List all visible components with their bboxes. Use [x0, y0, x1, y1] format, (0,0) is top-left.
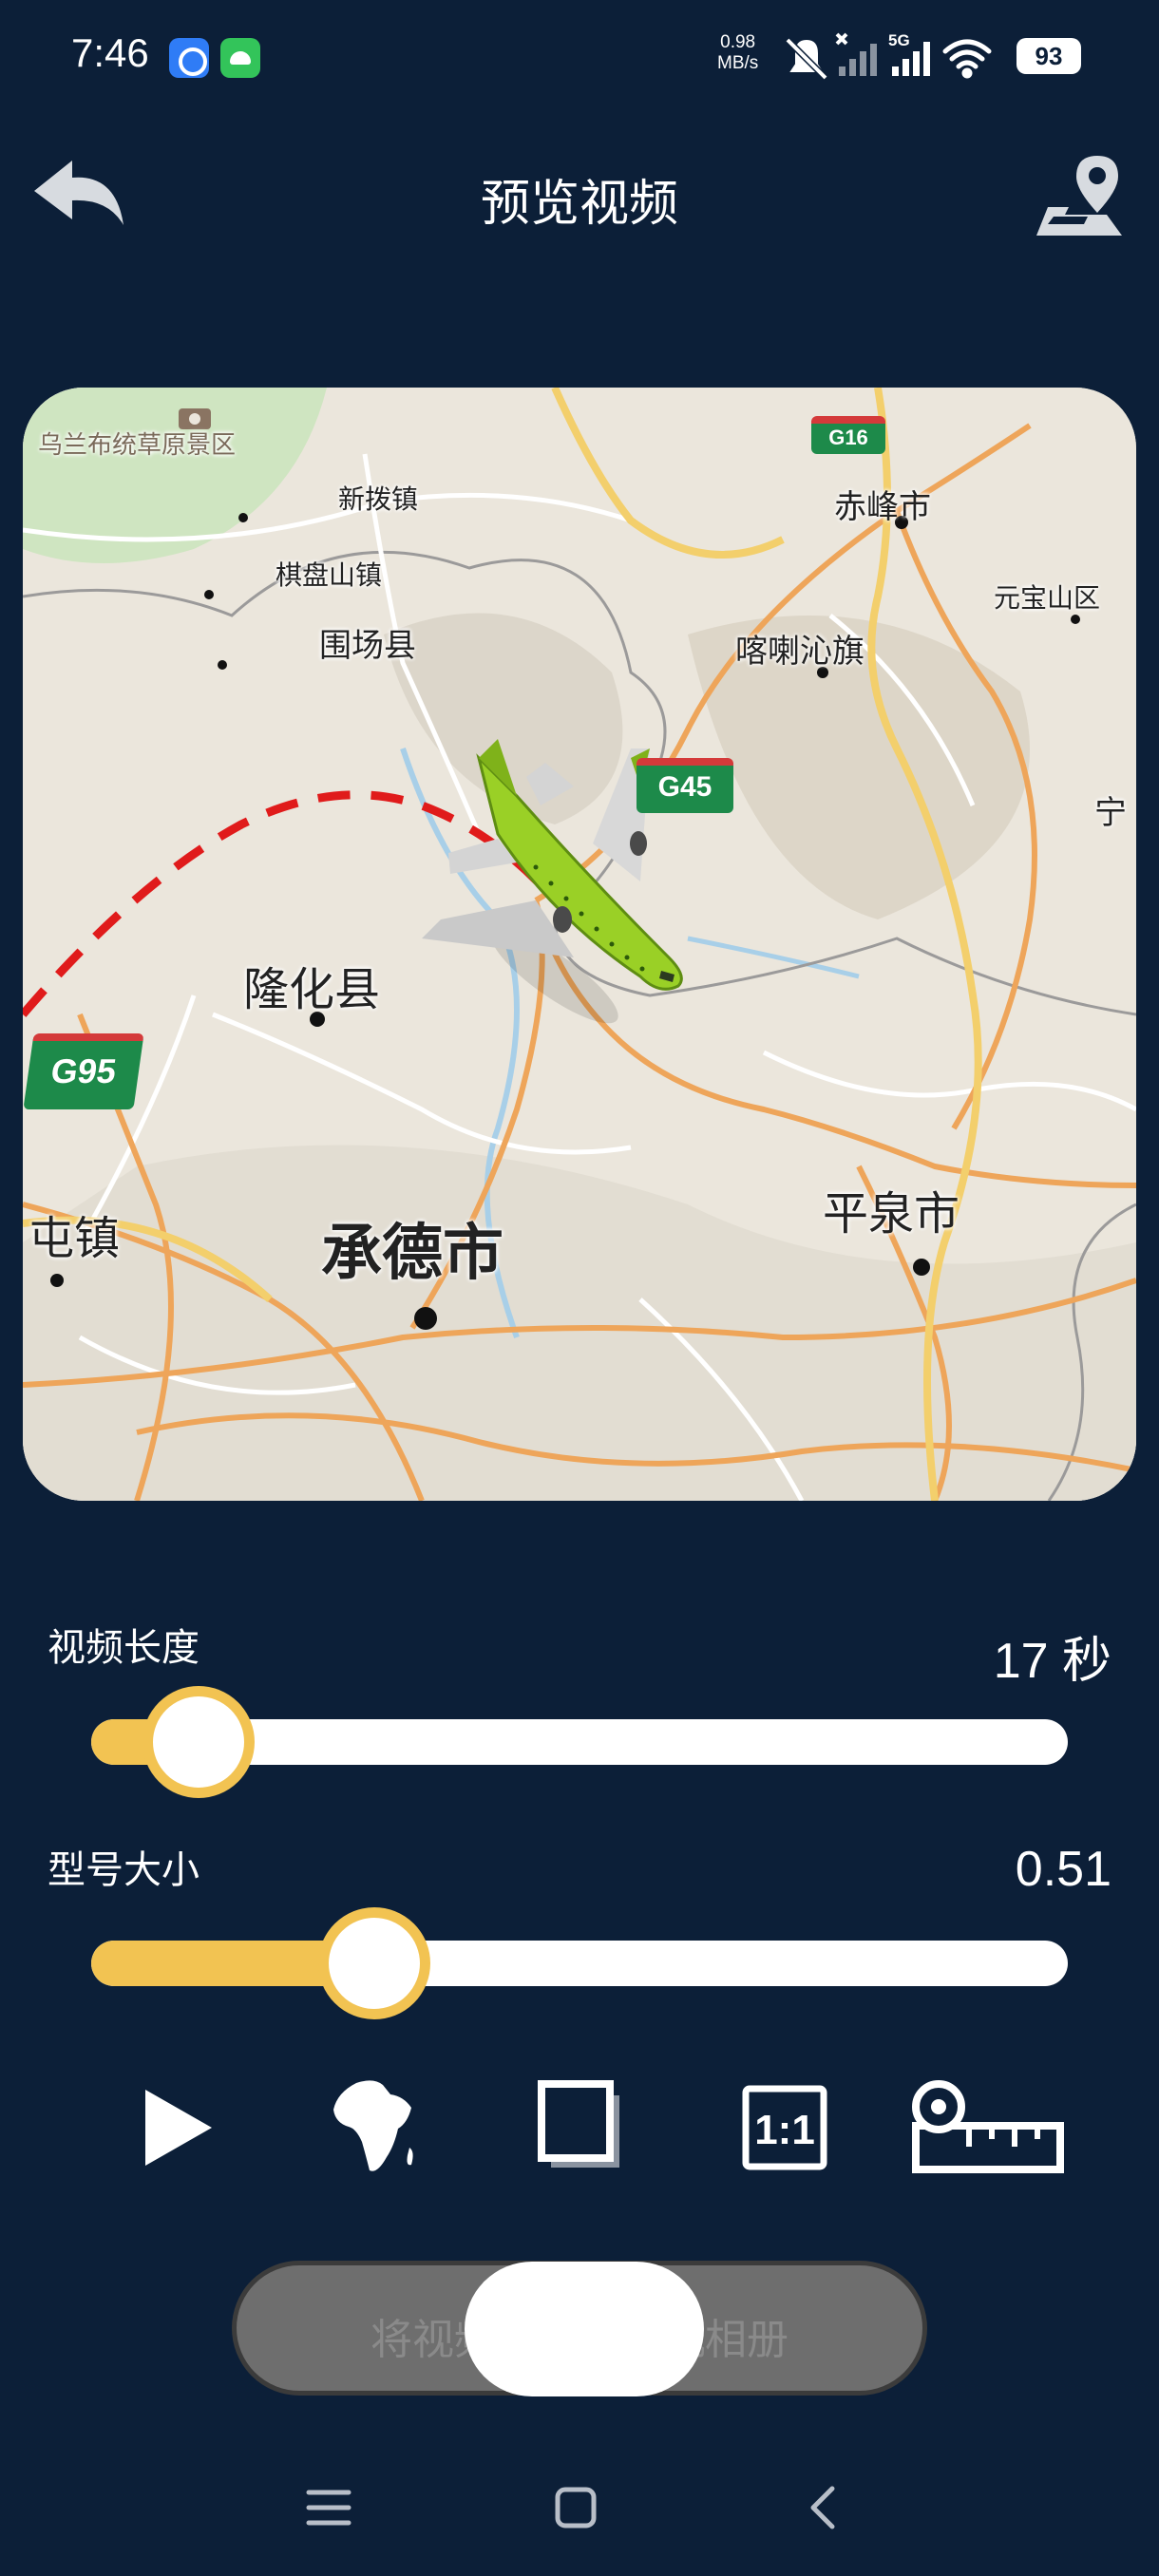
- play-icon: [145, 2090, 212, 2166]
- home-square-icon: [555, 2487, 597, 2529]
- home-button[interactable]: [538, 2470, 614, 2546]
- map-pin-icon: [1036, 156, 1122, 236]
- network-speed-unit: MB/s: [717, 53, 759, 73]
- save-to-album-button[interactable]: 将视频保存到相机相册: [232, 2261, 927, 2396]
- map-preview[interactable]: 乌兰布统草原景区 新拨镇 棋盘山镇 围场县 赤峰市 元宝山区 喀喇沁旗 宁 隆化…: [23, 388, 1136, 1501]
- model-size-slider[interactable]: [91, 1941, 1068, 1986]
- highway-shield-g95: G95: [23, 1033, 144, 1109]
- map-label-ning: 宁: [1094, 794, 1127, 832]
- model-size-slider-thumb[interactable]: [318, 1907, 431, 2019]
- wifi-icon: [942, 39, 992, 79]
- map-label-longhua: 隆化县: [243, 963, 381, 1016]
- status-bar: 7:46 0.98 MB/s 5G 93: [0, 0, 1159, 114]
- network-speed-value: 0.98: [720, 32, 756, 52]
- status-time: 7:46: [71, 30, 149, 75]
- frame-button[interactable]: [534, 2071, 625, 2185]
- frame-square-icon: [538, 2080, 619, 2168]
- aspect-ratio-1-1-icon: 1:1: [742, 2085, 827, 2170]
- africa-continent-icon: [333, 2080, 413, 2171]
- no-signal-icon: [835, 32, 877, 76]
- system-back-button[interactable]: [785, 2470, 861, 2546]
- video-length-slider-thumb[interactable]: [142, 1686, 256, 1798]
- menu-icon: [306, 2490, 352, 2526]
- map-label-xinbo: 新拨镇: [338, 483, 419, 515]
- model-size-label: 型号大小: [48, 1848, 200, 1892]
- svg-text:5G: 5G: [888, 31, 910, 49]
- video-length-value: 17 秒: [993, 1634, 1112, 1689]
- back-chevron-icon: [810, 2486, 835, 2529]
- signal-5g-icon: 5G: [888, 31, 930, 76]
- map-label-harqin: 喀喇沁旗: [735, 633, 864, 671]
- aspect-ratio-button[interactable]: 1:1: [741, 2071, 828, 2185]
- ruler-button[interactable]: [910, 2071, 1070, 2185]
- highway-shield-g45: G45: [636, 758, 733, 813]
- map-label-scenic-area: 乌兰布统草原景区: [38, 431, 237, 460]
- map-label-tun: 屯镇: [28, 1212, 121, 1265]
- page-title: 预览视频: [480, 176, 678, 233]
- ruler-icon: [912, 2080, 1064, 2173]
- menu-button[interactable]: [291, 2470, 367, 2546]
- android-app-icon: [220, 38, 260, 78]
- map-pin-button[interactable]: [1031, 152, 1126, 242]
- map-label-qipanshan: 棋盘山镇: [276, 559, 383, 591]
- battery-icon: 93: [1016, 38, 1081, 74]
- map-style-button[interactable]: [323, 2071, 428, 2185]
- map-label-yuanbaoshan: 元宝山区: [994, 582, 1101, 614]
- browser-app-icon: [169, 38, 209, 78]
- video-length-label: 视频长度: [48, 1626, 200, 1670]
- play-button[interactable]: [127, 2071, 222, 2185]
- svg-text:1:1: 1:1: [754, 2107, 815, 2153]
- model-size-value: 0.51: [1015, 1842, 1112, 1897]
- map-label-pingquan: 平泉市: [823, 1187, 960, 1241]
- map-label-chifeng: 赤峰市: [834, 488, 931, 526]
- touch-highlight: [465, 2262, 704, 2396]
- highway-shield-g16: G16: [811, 416, 885, 454]
- status-icons: 5G: [785, 31, 992, 81]
- mute-bell-icon: [785, 37, 828, 81]
- map-label-weichang: 围场县: [319, 627, 416, 665]
- map-base: [23, 388, 1136, 1501]
- network-speed: 0.98 MB/s: [717, 32, 758, 74]
- map-label-chengde: 承德市: [321, 1219, 504, 1289]
